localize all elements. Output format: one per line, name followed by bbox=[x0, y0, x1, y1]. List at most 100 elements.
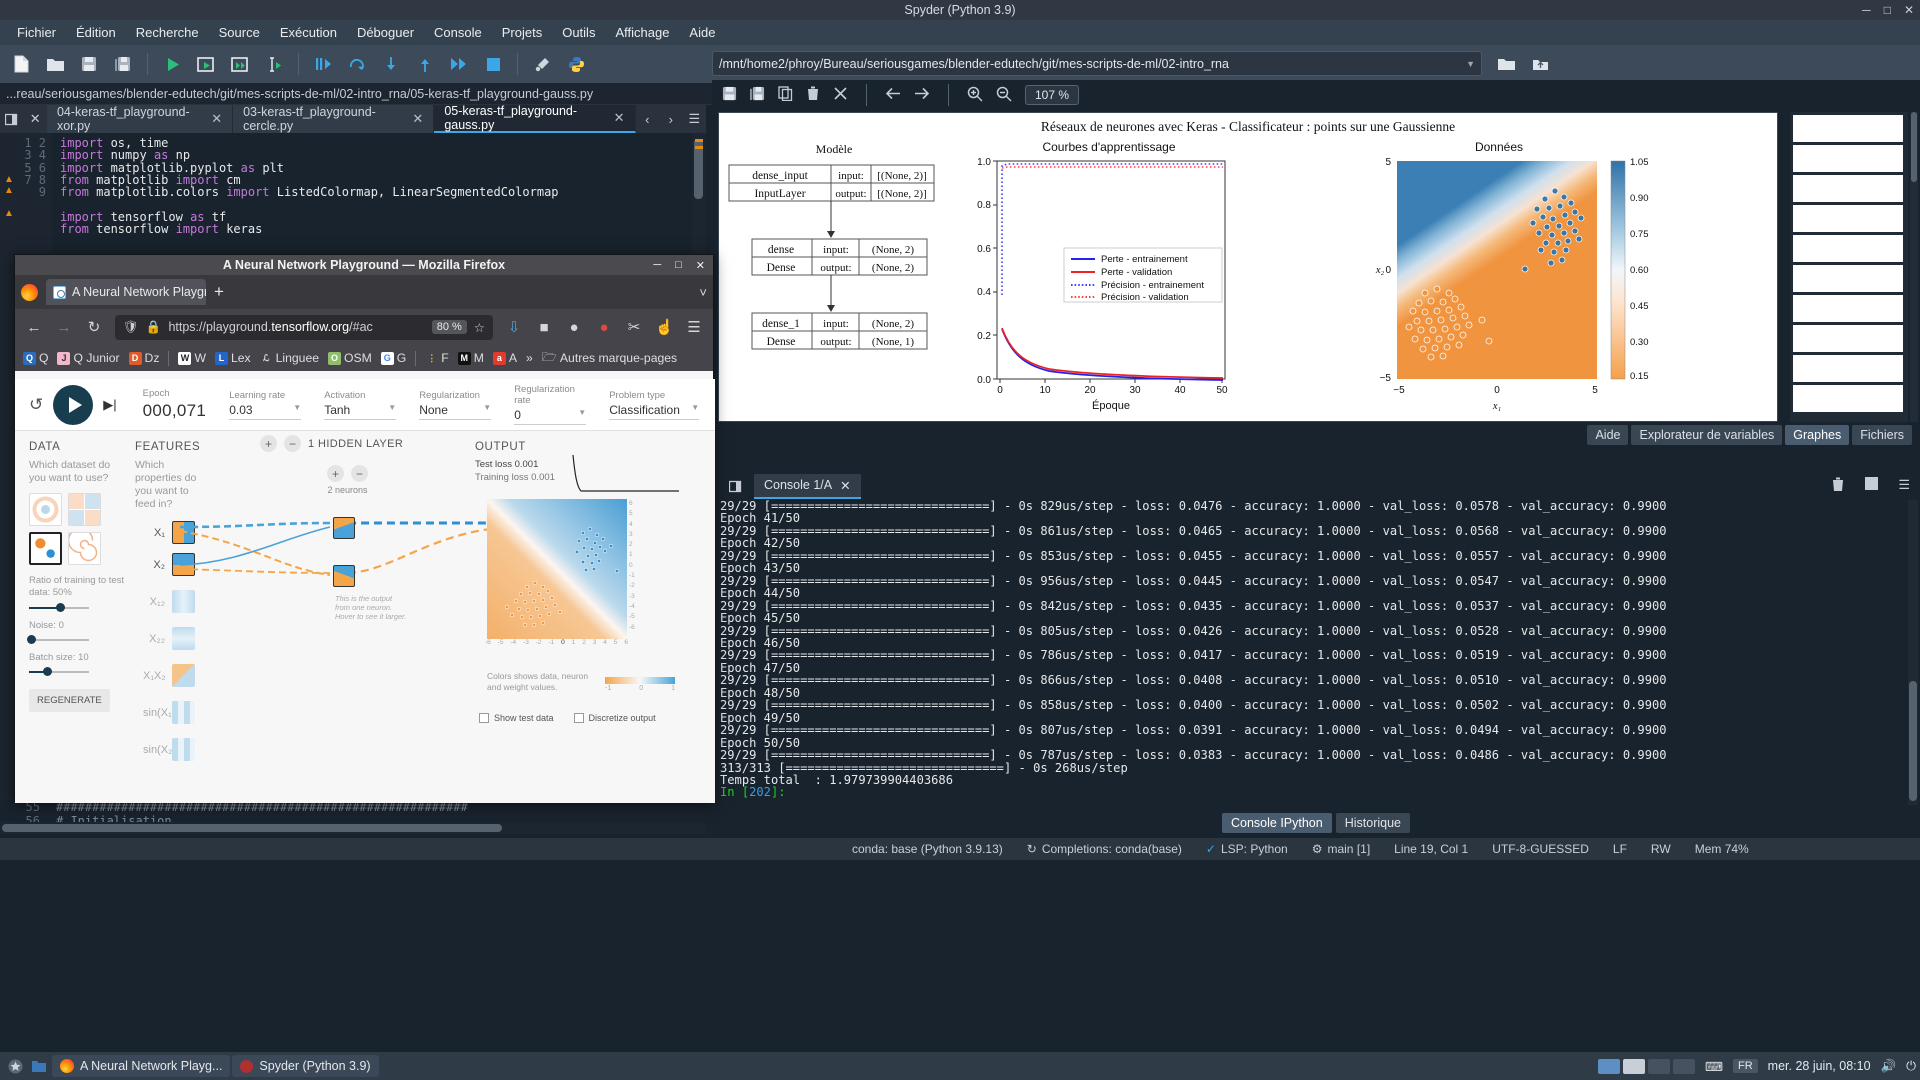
taskbar[interactable]: A Neural Network Playg... Spyder (Python… bbox=[0, 1052, 1920, 1080]
output-options[interactable]: Show test data Discretize output bbox=[479, 713, 656, 723]
learning-rate-select[interactable]: 0.03 ▼ bbox=[229, 403, 302, 420]
dataset-selector[interactable] bbox=[29, 493, 129, 565]
menu-console[interactable]: Console bbox=[425, 22, 491, 43]
previous-plot-icon[interactable] bbox=[885, 87, 901, 103]
chevron-down-icon[interactable]: ▼ bbox=[1466, 59, 1475, 69]
shield-icon[interactable]: 🛡 bbox=[123, 320, 139, 335]
address-bar[interactable]: 🛡 🔒 https://playground.tensorflow.org/#a… bbox=[115, 314, 493, 340]
start-menu-icon[interactable] bbox=[4, 1056, 26, 1076]
run-cell-advance-icon[interactable] bbox=[225, 49, 255, 79]
save-all-plots-icon[interactable] bbox=[750, 86, 765, 104]
maximize-icon[interactable]: □ bbox=[675, 259, 682, 272]
debug-file-icon[interactable] bbox=[308, 49, 338, 79]
minimize-icon[interactable]: ─ bbox=[1862, 3, 1871, 17]
menu-affichage[interactable]: Affichage bbox=[606, 22, 678, 43]
add-neuron-button[interactable]: + bbox=[327, 465, 344, 482]
playground-control-bar[interactable]: ↺ ▶| Epoch 000,071 Learning rate 0.03 ▼ A… bbox=[15, 379, 715, 431]
run-cell-icon[interactable] bbox=[191, 49, 221, 79]
system-tray[interactable]: ⌨ FR mer. 28 juin, 08:10 🔊 ⏻ bbox=[1597, 1058, 1916, 1074]
scrollbar-thumb[interactable] bbox=[1909, 681, 1917, 801]
pane-tabs[interactable]: Aide Explorateur de variables Graphes Fi… bbox=[1587, 425, 1912, 445]
feature-x1x2[interactable]: X₁X₂ bbox=[143, 664, 195, 687]
play-button[interactable] bbox=[53, 384, 94, 425]
reload-icon[interactable]: ↻ bbox=[85, 318, 103, 336]
delete-all-plots-icon[interactable] bbox=[833, 86, 848, 104]
workspace-2[interactable] bbox=[1622, 1058, 1645, 1074]
account-icon[interactable]: ● bbox=[565, 319, 583, 336]
forward-icon[interactable]: → bbox=[55, 319, 73, 336]
hidden-layer-controls[interactable]: + − 1 HIDDEN LAYER bbox=[260, 435, 403, 452]
bookmark-lex[interactable]: L Lex bbox=[214, 351, 251, 365]
dataset-spiral[interactable] bbox=[68, 532, 101, 565]
matplotlib-figure[interactable]: Réseaux de neurones avec Keras - Classif… bbox=[718, 112, 1778, 422]
open-file-icon[interactable] bbox=[40, 49, 70, 79]
feature-swatch[interactable] bbox=[172, 701, 195, 724]
regularization-rate-select[interactable]: 0 ▼ bbox=[514, 408, 587, 425]
editor-tab-2[interactable]: 05-keras-tf_playground-gauss.py ✕ bbox=[434, 104, 636, 133]
close-tab-icon[interactable]: ✕ bbox=[412, 111, 423, 127]
output-decision-plot[interactable] bbox=[487, 499, 627, 639]
editor-options-icon[interactable]: ☰ bbox=[683, 105, 706, 133]
menu-recherche[interactable]: Recherche bbox=[127, 22, 208, 43]
continue-icon[interactable] bbox=[444, 49, 474, 79]
zoom-out-icon[interactable] bbox=[996, 86, 1012, 105]
editor-tab-bar[interactable]: ✕ 04-keras-tf_playground-xor.py ✕ 03-ker… bbox=[0, 104, 706, 133]
window-controls[interactable]: ─ □ ✕ bbox=[1862, 0, 1914, 20]
scrollbar-thumb[interactable] bbox=[1911, 112, 1917, 182]
browser-tab[interactable]: A Neural Network Playgr ✕ bbox=[46, 279, 206, 305]
regularization-field[interactable]: Regularization None ▼ bbox=[419, 390, 492, 420]
discretize-output-option[interactable]: Discretize output bbox=[573, 713, 656, 723]
working-directory-field[interactable]: /mnt/home2/phroy/Bureau/seriousgames/ble… bbox=[712, 51, 1482, 76]
plots-scrollbar[interactable] bbox=[1910, 112, 1918, 422]
power-icon[interactable]: ⏻ bbox=[1906, 1059, 1916, 1074]
python-path-icon[interactable] bbox=[561, 49, 591, 79]
learning-rate-field[interactable]: Learning rate 0.03 ▼ bbox=[229, 390, 302, 420]
ratio-slider[interactable] bbox=[29, 603, 89, 612]
plot-thumbnail[interactable] bbox=[1793, 265, 1903, 292]
zoom-in-icon[interactable] bbox=[967, 86, 983, 105]
extension-icon[interactable]: ☝ bbox=[655, 318, 674, 336]
console-output[interactable]: 29/29 [==============================] -… bbox=[720, 500, 1906, 805]
save-all-icon[interactable] bbox=[108, 49, 138, 79]
activation-select[interactable]: Tanh ▼ bbox=[324, 403, 397, 420]
bookmark-wikipedia[interactable]: WW bbox=[178, 351, 206, 365]
remove-all-variables-icon[interactable] bbox=[1831, 477, 1845, 495]
feature-swatch[interactable] bbox=[172, 738, 195, 761]
console-toolbar[interactable]: ☰ bbox=[1831, 477, 1910, 495]
more-bookmarks-icon[interactable]: » bbox=[526, 351, 533, 365]
bookmark-dz[interactable]: D Dz bbox=[128, 351, 159, 365]
feature-sin-x2[interactable]: sin(X₂) bbox=[143, 738, 195, 761]
file-manager-icon[interactable] bbox=[28, 1056, 50, 1076]
workspace-1[interactable] bbox=[1597, 1058, 1620, 1074]
close-icon[interactable]: ✕ bbox=[696, 259, 705, 272]
stop-debug-icon[interactable] bbox=[478, 49, 508, 79]
regularization-select[interactable]: None ▼ bbox=[419, 403, 492, 420]
main-toolbar[interactable]: /mnt/home2/phroy/Bureau/seriousgames/ble… bbox=[0, 45, 1920, 83]
minimize-icon[interactable]: ─ bbox=[653, 259, 661, 272]
activation-field[interactable]: Activation Tanh ▼ bbox=[324, 390, 397, 420]
bookmark-q-junior[interactable]: JQ Junior bbox=[57, 351, 120, 365]
plot-thumbnail[interactable] bbox=[1793, 175, 1903, 202]
remove-layer-button[interactable]: − bbox=[284, 435, 301, 452]
browse-console-tabs-icon[interactable] bbox=[722, 472, 748, 500]
bookmark-osm[interactable]: O OSM bbox=[328, 351, 372, 365]
lock-icon[interactable]: 🔒 bbox=[146, 320, 162, 335]
console-scrollbar[interactable] bbox=[1908, 500, 1918, 805]
console-tab[interactable]: Console 1/A ✕ bbox=[754, 473, 861, 499]
run-selection-icon[interactable] bbox=[259, 49, 289, 79]
tab-historique[interactable]: Historique bbox=[1335, 813, 1410, 833]
editor-tab-0[interactable]: 04-keras-tf_playground-xor.py ✕ bbox=[46, 105, 234, 133]
dataset-gaussian[interactable] bbox=[29, 532, 62, 565]
previous-tab-icon[interactable]: ‹ bbox=[636, 105, 659, 133]
noise-slider[interactable] bbox=[27, 635, 89, 644]
close-tab-icon[interactable]: ✕ bbox=[211, 111, 222, 127]
volume-icon[interactable]: 🔊 bbox=[1881, 1059, 1897, 1074]
neuron-swatch[interactable] bbox=[333, 517, 355, 539]
menu-source[interactable]: Source bbox=[210, 22, 269, 43]
adblock-icon[interactable]: ● bbox=[595, 319, 613, 336]
workspace-3[interactable] bbox=[1647, 1058, 1670, 1074]
step-into-icon[interactable] bbox=[376, 49, 406, 79]
plots-toolbar[interactable]: 107 % bbox=[712, 80, 1920, 110]
problem-type-select[interactable]: Classification ▼ bbox=[609, 403, 700, 420]
preferences-icon[interactable] bbox=[527, 49, 557, 79]
